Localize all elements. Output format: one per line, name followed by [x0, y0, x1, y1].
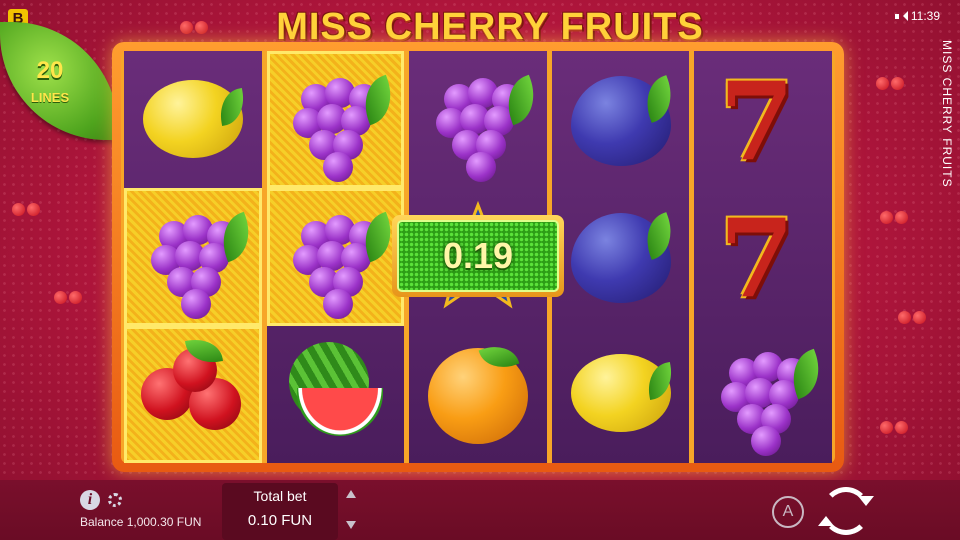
clock-time: 11:39 [910, 9, 940, 23]
seven-icon: 7 [719, 58, 795, 185]
reel-cell [409, 51, 547, 188]
status-bar: 11:39 [894, 9, 940, 23]
reel-cell [267, 326, 405, 463]
cherry-decor-icon [54, 280, 82, 304]
reel-cell [124, 188, 262, 326]
cherry-decor-icon [880, 200, 908, 224]
cherry-decor-icon [898, 300, 926, 324]
plum-icon [565, 201, 680, 313]
grapes-icon [279, 64, 401, 182]
cherries-icon [137, 335, 249, 450]
autoplay-button[interactable]: A [772, 496, 804, 528]
speaker-icon[interactable] [894, 11, 908, 21]
bet-increase-button[interactable] [346, 490, 356, 498]
balance-display: Balance 1,000.30 FUN [80, 515, 202, 529]
reel-cell: 7 [694, 51, 832, 188]
grapes-icon [422, 64, 544, 182]
bet-decrease-button[interactable] [346, 521, 356, 529]
reel-cell [409, 326, 547, 463]
cherry-decor-icon [12, 192, 40, 216]
grapes-icon [707, 338, 829, 457]
grapes-icon [279, 201, 401, 319]
win-amount-box: 0.19 [392, 215, 564, 297]
reel-cell [266, 51, 405, 189]
reel-cell [266, 188, 405, 326]
vertical-game-title: MISS CHERRY FRUITS [940, 40, 954, 188]
info-icon[interactable]: i [80, 490, 100, 510]
reel-5: 77 [694, 51, 832, 463]
spin-button[interactable] [818, 487, 874, 535]
cherry-decor-icon [880, 410, 908, 434]
reel-cell [124, 325, 262, 463]
win-amount: 0.19 [397, 220, 559, 292]
reel-1 [124, 51, 262, 463]
reel-cell: 7 [694, 188, 832, 325]
seven-icon: 7 [719, 195, 795, 322]
lemon-icon [565, 338, 677, 450]
lines-count: 20 [36, 57, 64, 84]
cherry-decor-icon [180, 10, 208, 34]
total-bet-value: 0.10 FUN [247, 512, 313, 529]
bottom-bar [0, 480, 960, 540]
watermelon-icon [279, 338, 391, 450]
grapes-icon [137, 201, 259, 319]
reel-cell [552, 51, 690, 188]
reel-cell [552, 326, 690, 463]
reel-cell [552, 188, 690, 325]
total-bet-label: Total bet [253, 488, 307, 504]
cherry-decor-icon [876, 66, 904, 90]
gear-icon[interactable] [108, 493, 122, 507]
reel-cell [694, 326, 832, 463]
reel-cell [124, 51, 262, 188]
reel-4 [551, 51, 690, 463]
orange-icon [422, 338, 534, 450]
lemon-icon [137, 64, 249, 176]
lines-label: LINES [30, 90, 70, 105]
reel-2 [266, 51, 405, 463]
plum-icon [565, 64, 680, 176]
